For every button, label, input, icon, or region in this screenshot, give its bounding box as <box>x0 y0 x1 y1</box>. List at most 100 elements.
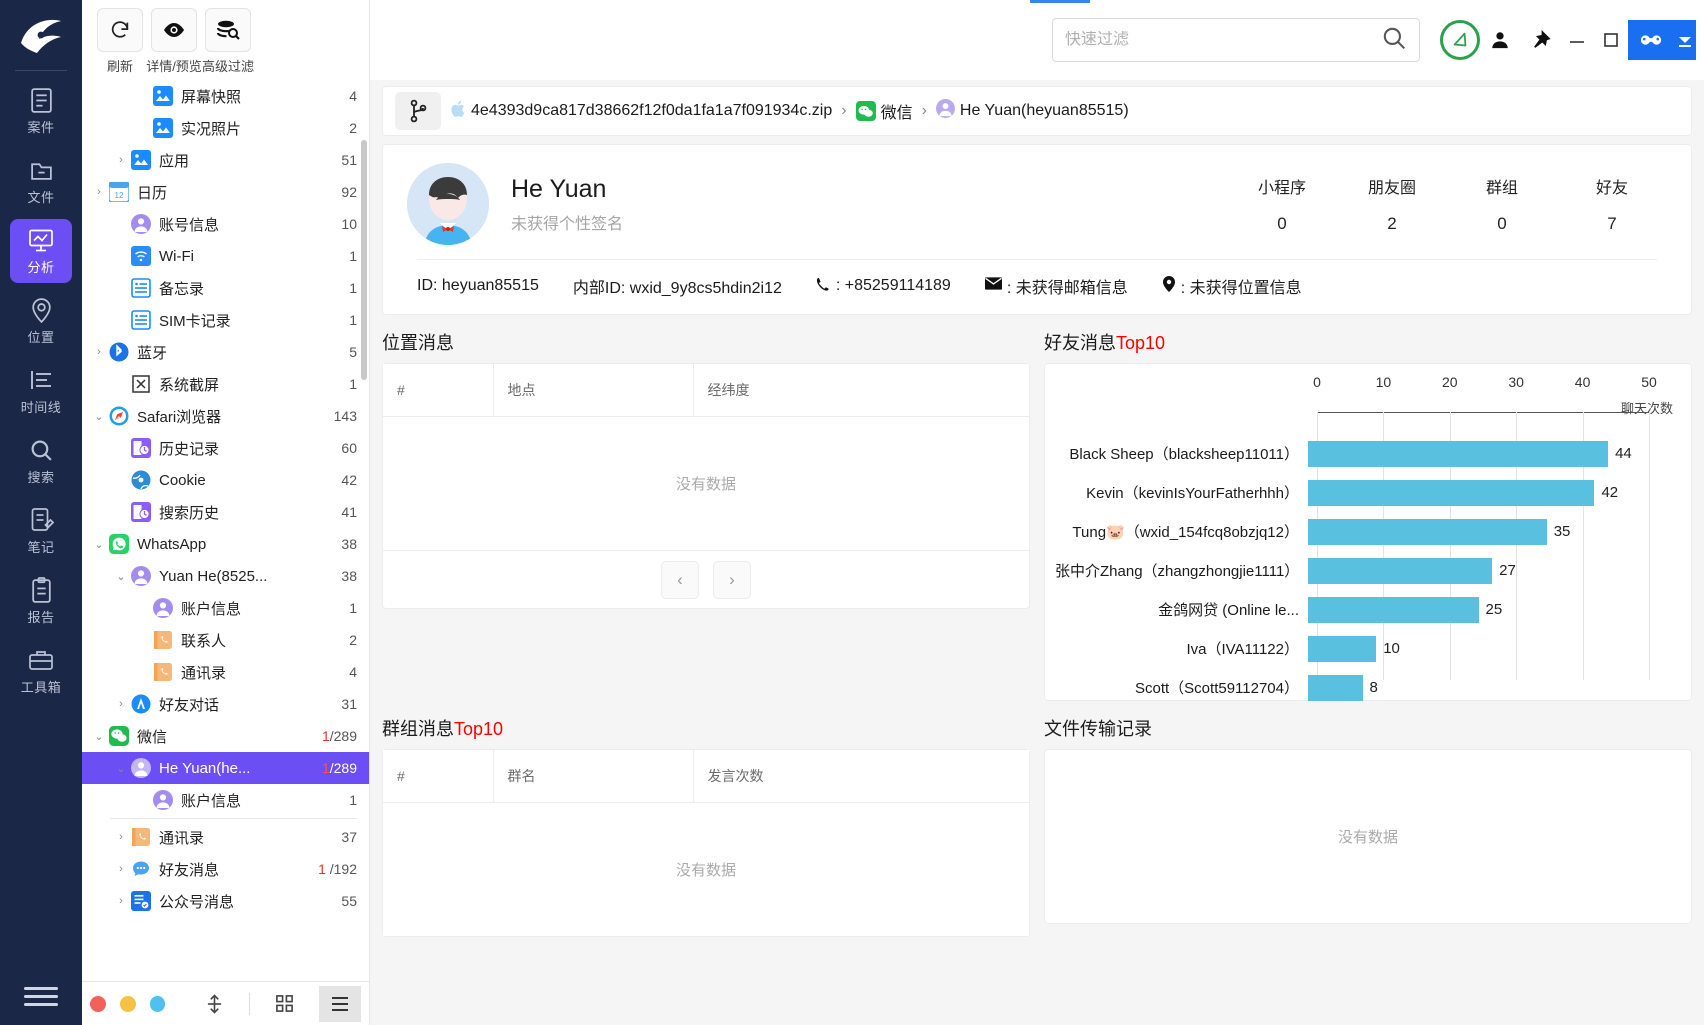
chevron-down-icon[interactable]: ⌄ <box>90 730 108 743</box>
rail-item-location[interactable]: 位置 <box>10 289 72 353</box>
stat-value: 0 <box>1277 214 1287 233</box>
rail-item-analysis[interactable]: 分析 <box>10 219 72 283</box>
tree-item-5[interactable]: Wi-Fi 1 <box>82 240 369 272</box>
tree-item-2[interactable]: › 应用 51 <box>82 144 369 176</box>
refresh-button[interactable]: 刷新 <box>96 8 144 75</box>
chevron-right-icon[interactable]: › <box>112 154 130 166</box>
stat-value: 7 <box>1607 214 1617 233</box>
analysis-icon <box>28 226 54 254</box>
chevron-down-icon[interactable]: ⌄ <box>112 762 130 775</box>
tree-item-20[interactable]: ⌄ 微信 1/289 <box>82 720 369 752</box>
advanced-filter-button[interactable]: 高级过滤 <box>202 8 254 75</box>
breadcrumb-app[interactable]: 微信 <box>855 99 913 123</box>
tree-item-label: 搜索历史 <box>159 504 220 522</box>
search-input[interactable] <box>1065 31 1381 49</box>
tree-item-count: 1 <box>349 312 357 328</box>
chart-bar[interactable] <box>1308 518 1547 545</box>
stat-label: 朋友圈 <box>1367 180 1416 197</box>
tree-item-23[interactable]: › 通讯录 37 <box>82 821 369 853</box>
tree-item-24[interactable]: › 好友消息 1 /192 <box>82 853 369 885</box>
prev-page-button[interactable]: ‹ <box>661 560 699 599</box>
tree-item-17[interactable]: 联系人 2 <box>82 624 369 656</box>
tree-item-16[interactable]: 账户信息 1 <box>82 592 369 624</box>
chevron-right-icon[interactable]: › <box>112 895 130 907</box>
chart-bar[interactable] <box>1308 635 1377 662</box>
chart-bar[interactable] <box>1308 479 1595 506</box>
status-dot-blue[interactable] <box>149 995 166 1012</box>
tree-item-12[interactable]: Cookie 42 <box>82 464 369 496</box>
rail-item-report[interactable]: 报告 <box>10 569 72 633</box>
tree-item-11[interactable]: 历史记录 60 <box>82 432 369 464</box>
tree-item-25[interactable]: › 公众号消息 55 <box>82 885 369 917</box>
rail-item-files[interactable]: 文件 <box>10 149 72 213</box>
breadcrumb-user-label: He Yuan(heyuan85515) <box>959 102 1129 119</box>
account-icon <box>152 789 174 811</box>
list-view-button[interactable] <box>319 985 361 1022</box>
maximize-button[interactable] <box>1594 20 1628 60</box>
rail-item-notes[interactable]: 笔记 <box>10 499 72 563</box>
rail-item-search[interactable]: 搜索 <box>10 429 72 493</box>
rail-item-case[interactable]: 案件 <box>10 79 72 143</box>
chevron-down-icon[interactable]: ⌄ <box>112 570 130 583</box>
rail-item-toolbox[interactable]: 工具箱 <box>10 639 72 703</box>
search-icon[interactable] <box>1381 25 1407 56</box>
tree-item-3[interactable]: › 12 日历 92 <box>82 176 369 208</box>
tree-item-6[interactable]: 备忘录 1 <box>82 272 369 304</box>
tree-item-7[interactable]: SIM卡记录 1 <box>82 304 369 336</box>
detail-preview-button[interactable]: 详情/预览 <box>146 8 202 75</box>
chevron-down-icon[interactable]: ⌄ <box>90 410 108 423</box>
rail-item-timeline[interactable]: 时间线 <box>10 359 72 423</box>
tree-item-count: 4 <box>349 88 357 104</box>
chart-category-label: 金鸽网贷 (Online le... <box>1158 602 1299 619</box>
notification-button[interactable] <box>1440 20 1480 60</box>
sort-toggle-button[interactable] <box>193 986 235 1022</box>
branch-icon[interactable] <box>395 92 441 130</box>
download-button[interactable] <box>1674 20 1696 60</box>
quick-filter-box[interactable] <box>1052 18 1420 62</box>
chevron-right-icon[interactable]: › <box>90 186 108 198</box>
chevron-right-icon[interactable]: › <box>112 698 130 710</box>
tree-item-21[interactable]: ⌄ He Yuan(he... 1/289 <box>82 752 369 784</box>
tree-item-14[interactable]: ⌄ WhatsApp 38 <box>82 528 369 560</box>
chart-bar[interactable] <box>1308 674 1363 701</box>
breadcrumb-user[interactable]: He Yuan(heyuan85515) <box>935 99 1129 123</box>
chevron-down-icon[interactable]: ⌄ <box>90 538 108 551</box>
tree-item-0[interactable]: 屏幕快照 4 <box>82 80 369 112</box>
chart-xlabel: 聊天次数 <box>1620 401 1673 416</box>
tree-item-22[interactable]: 账户信息 1 <box>82 784 369 816</box>
status-dot-yellow[interactable] <box>119 995 136 1012</box>
rail-menu-button[interactable] <box>0 982 82 1011</box>
share-button[interactable] <box>1628 20 1674 60</box>
chevron-right-icon[interactable]: › <box>112 863 130 875</box>
status-dot-red[interactable] <box>90 995 106 1012</box>
tree-item-15[interactable]: ⌄ Yuan He(8525... 38 <box>82 560 369 592</box>
tree-item-10[interactable]: ⌄ Safari浏览器 143 <box>82 400 369 432</box>
stat-value: 0 <box>1497 214 1507 233</box>
tree-item-19[interactable]: › 好友对话 31 <box>82 688 369 720</box>
stat-2: 群组 0 <box>1447 174 1557 234</box>
chart-bar[interactable] <box>1308 557 1493 584</box>
tree-item-13[interactable]: 搜索历史 41 <box>82 496 369 528</box>
chart-bar[interactable] <box>1308 596 1479 623</box>
profile-signature: 未获得个性签名 <box>511 215 624 233</box>
tree-item-9[interactable]: 系统截屏 1 <box>82 368 369 400</box>
next-page-button[interactable]: › <box>713 560 751 599</box>
data-tree[interactable]: 屏幕快照 4 实况照片 2 › 应用 51 › 12 日历 92 账号信息 10 Wi-Fi 1 备忘录 1 SI… <box>82 80 369 981</box>
user-account-button[interactable] <box>1480 20 1520 60</box>
chart-bar-value: 42 <box>1601 484 1619 501</box>
tree-item-18[interactable]: 通讯录 4 <box>82 656 369 688</box>
chevron-right-icon[interactable]: › <box>90 346 108 358</box>
tree-scrollbar[interactable] <box>361 140 367 380</box>
tree-item-8[interactable]: › 蓝牙 5 <box>82 336 369 368</box>
grid-view-button[interactable] <box>264 986 306 1022</box>
breadcrumb-separator: › <box>921 102 927 119</box>
tree-item-1[interactable]: 实况照片 2 <box>82 112 369 144</box>
pin-button[interactable] <box>1520 20 1560 60</box>
tree-item-4[interactable]: 账号信息 10 <box>82 208 369 240</box>
minimize-button[interactable] <box>1560 20 1594 60</box>
chevron-right-icon[interactable]: › <box>112 831 130 843</box>
wechat-icon <box>108 725 130 747</box>
breadcrumb-zip[interactable]: 4e4393d9ca817d38662f12f0da1fa1a7f091934c… <box>451 100 832 123</box>
chart-bar[interactable] <box>1308 440 1609 467</box>
group-empty-text: 没有数据 <box>675 862 736 879</box>
